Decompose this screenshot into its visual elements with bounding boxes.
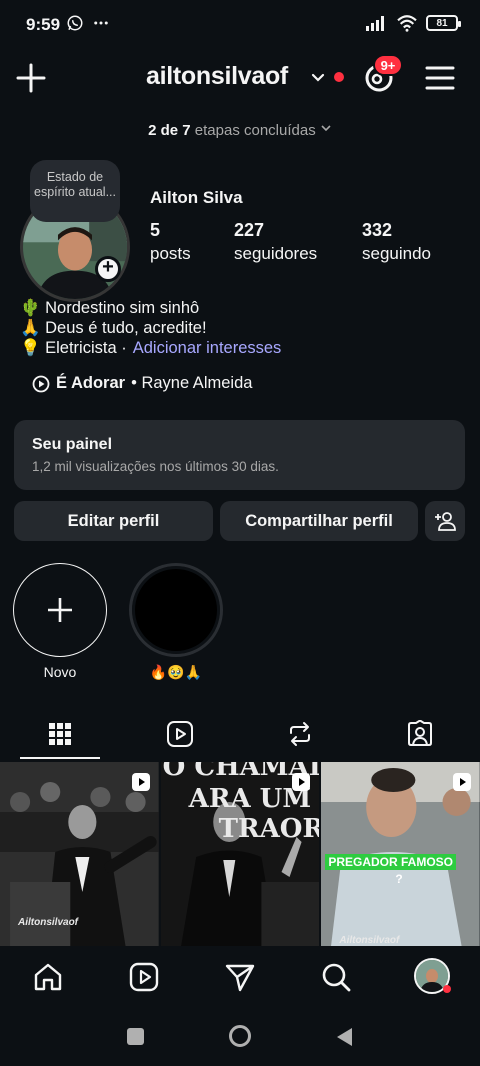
tab-reposts[interactable] bbox=[240, 708, 360, 760]
bio: 🌵 Nordestino sim sinhô 🙏 Deus é tudo, ac… bbox=[20, 298, 281, 358]
bio-line: 🙏 Deus é tudo, acredite! bbox=[20, 319, 207, 337]
tab-tagged[interactable] bbox=[360, 708, 480, 760]
post-caption-line: PREGADOR FAMOSO bbox=[325, 854, 457, 870]
grid-post[interactable]: Ailtonsilvaof bbox=[0, 762, 159, 946]
share-profile-button[interactable]: Compartilhar perfil bbox=[220, 501, 418, 541]
note-bubble[interactable]: Estado de espírito atual... bbox=[30, 160, 120, 222]
steps-rest: etapas concluídas bbox=[194, 122, 316, 139]
post-watermark: Ailtonsilvaof bbox=[339, 935, 400, 946]
home-icon[interactable] bbox=[31, 960, 65, 994]
highlight-label: 🔥🥹🙏 bbox=[149, 664, 203, 680]
discover-people-button[interactable] bbox=[425, 501, 465, 541]
highlight-cover bbox=[129, 563, 223, 657]
post-caption-line: TRAOR bbox=[218, 814, 320, 844]
music-artist: • Rayne Almeida bbox=[131, 374, 253, 392]
profile-tabs bbox=[0, 708, 480, 760]
profile-notification-dot bbox=[443, 985, 451, 993]
chevron-down-icon bbox=[321, 125, 331, 132]
reel-indicator-icon bbox=[292, 773, 311, 791]
reel-indicator-icon bbox=[131, 773, 150, 791]
profile-summary: Estado de espírito atual... + Ailton Sil… bbox=[0, 160, 480, 302]
professional-dashboard[interactable]: Seu painel 1,2 mil visualizações nos últ… bbox=[14, 420, 465, 490]
stat-posts[interactable]: 5 posts bbox=[150, 220, 191, 264]
reels-icon bbox=[167, 721, 193, 747]
account-switcher-username[interactable]: ailtonsilvaof bbox=[146, 62, 288, 91]
add-interests-link[interactable]: Adicionar interesses bbox=[133, 338, 282, 358]
create-plus-icon[interactable] bbox=[14, 61, 48, 95]
grid-post[interactable]: PREGADOR FAMOSO ? Ailtonsilvaof bbox=[321, 762, 480, 946]
stat-value: 332 bbox=[362, 220, 393, 240]
stat-label: seguindo bbox=[362, 244, 432, 263]
bottom-navigation bbox=[0, 948, 480, 1006]
status-time: 9:59 bbox=[26, 15, 61, 34]
reels-nav-icon[interactable] bbox=[127, 960, 161, 994]
threads-badge: 9+ bbox=[373, 54, 403, 76]
stat-value: 227 bbox=[234, 220, 265, 240]
highlight-new[interactable]: Novo bbox=[13, 563, 107, 680]
dashboard-title: Seu painel bbox=[32, 436, 113, 453]
more-dots-icon bbox=[94, 21, 108, 25]
back-button[interactable] bbox=[334, 1026, 354, 1048]
bio-line: 🌵 Nordestino sim sinhô bbox=[20, 299, 200, 317]
tab-posts-grid[interactable] bbox=[0, 708, 120, 760]
stat-label: posts bbox=[150, 244, 191, 263]
add-person-icon bbox=[435, 512, 456, 531]
play-circle-icon bbox=[32, 375, 50, 392]
grid-post[interactable]: O CHAMAD ARA UM TRAOR bbox=[160, 762, 320, 946]
stat-value: 5 bbox=[150, 220, 161, 240]
notification-dot bbox=[334, 72, 344, 82]
tab-reels[interactable] bbox=[120, 708, 240, 760]
tagged-person-icon bbox=[408, 720, 432, 746]
stat-followers[interactable]: 227 seguidores bbox=[234, 220, 317, 264]
onboarding-steps[interactable]: 2 de 7 etapas concluídas bbox=[0, 122, 480, 139]
chevron-down-icon[interactable] bbox=[310, 70, 326, 86]
battery-indicator: 81 bbox=[426, 15, 461, 31]
posts-grid: Ailtonsilvaof O CHAMAD ARA UM TRAOR PREG… bbox=[0, 762, 480, 946]
highlight-label: Novo bbox=[43, 664, 77, 680]
search-icon[interactable] bbox=[319, 960, 353, 994]
edit-profile-button[interactable]: Editar perfil bbox=[14, 501, 213, 541]
bio-occupation: 💡 Eletricista · bbox=[20, 339, 127, 357]
dashboard-subtitle: 1,2 mil visualizações nos últimos 30 dia… bbox=[32, 459, 279, 474]
highlight-item[interactable]: 🔥🥹🙏 bbox=[129, 563, 223, 681]
recents-button[interactable] bbox=[127, 1028, 144, 1045]
home-button[interactable] bbox=[229, 1025, 251, 1047]
reel-indicator-icon bbox=[453, 773, 472, 791]
post-watermark: Ailtonsilvaof bbox=[18, 917, 79, 928]
wifi-icon bbox=[397, 15, 417, 32]
system-navigation bbox=[0, 1008, 480, 1066]
plus-icon bbox=[48, 598, 72, 622]
signal-icon bbox=[366, 16, 384, 31]
stat-label: seguidores bbox=[234, 244, 318, 263]
repost-icon bbox=[290, 722, 310, 746]
status-bar: 9:59 81 bbox=[0, 0, 480, 48]
highlight-new-circle bbox=[13, 563, 107, 657]
steps-done: 2 de 7 bbox=[148, 122, 191, 139]
profile-header: ailtonsilvaof 9+ bbox=[0, 52, 480, 104]
bio-line: 💡 Eletricista · Adicionar interesses bbox=[20, 338, 281, 358]
hamburger-menu-icon[interactable] bbox=[424, 63, 456, 93]
direct-messages-icon[interactable] bbox=[223, 960, 257, 994]
music-title: É Adorar bbox=[56, 374, 126, 392]
post-caption-line: ? bbox=[395, 872, 403, 886]
whatsapp-icon bbox=[67, 15, 83, 31]
active-tab-indicator bbox=[20, 757, 100, 759]
grid-icon bbox=[49, 723, 71, 745]
stat-following[interactable]: 332 seguindo bbox=[362, 220, 431, 264]
profile-music[interactable]: É Adorar • Rayne Almeida bbox=[32, 374, 252, 393]
add-story-button[interactable]: + bbox=[95, 256, 121, 282]
full-name: Ailton Silva bbox=[150, 188, 243, 207]
